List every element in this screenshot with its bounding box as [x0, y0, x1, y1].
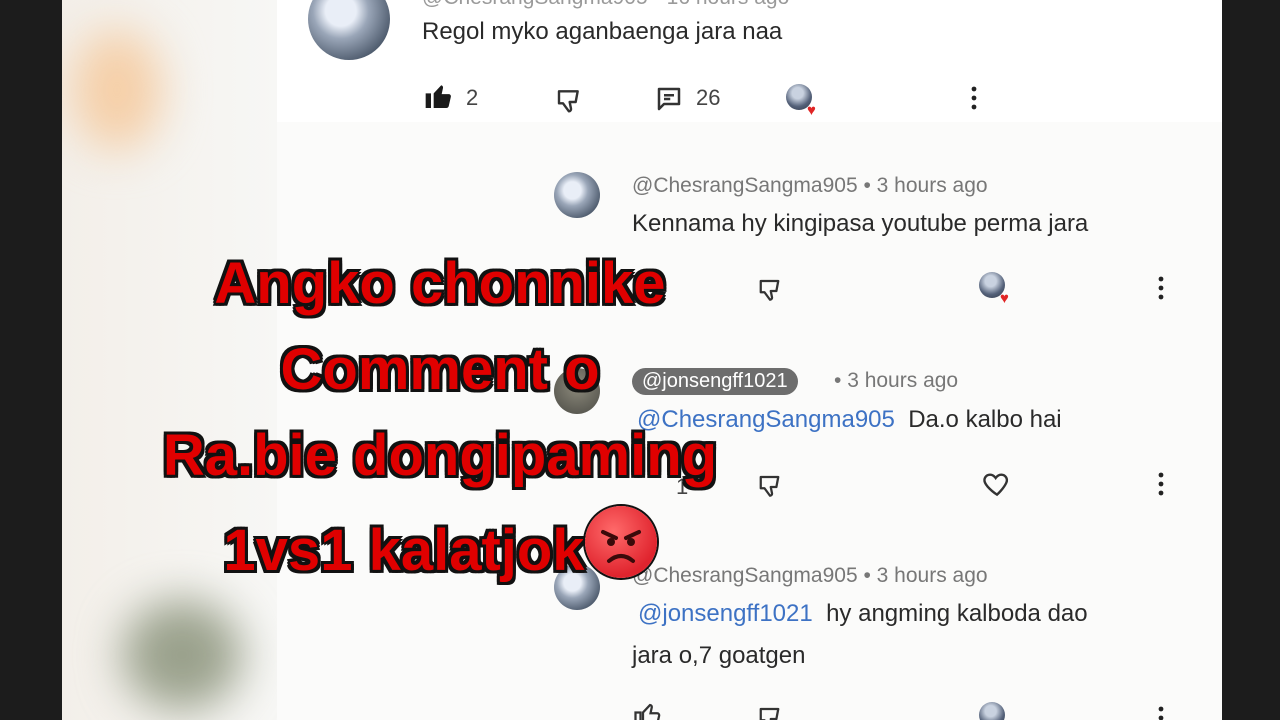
more-vert-icon[interactable]	[1149, 274, 1173, 302]
reply-icon[interactable]	[654, 84, 684, 114]
overlay-line-4: 1vs1 kalatjok	[0, 506, 880, 584]
avatar[interactable]	[554, 172, 600, 218]
reply-text: @jonsengff1021 hy angming kalboda dao	[638, 600, 1088, 627]
thumbs-up-icon[interactable]	[632, 700, 664, 720]
heart-outline-icon[interactable]	[980, 468, 1014, 500]
more-vert-icon[interactable]	[1149, 704, 1173, 720]
overlay-line-3: Ra.bie dongipaming	[162, 423, 718, 488]
creator-heart-icon: ♥	[1000, 290, 1009, 307]
like-count: 2	[466, 85, 479, 110]
reply-text: Kennama hy kingipasa youtube perma jara	[632, 210, 1089, 237]
thumbs-up-icon[interactable]	[422, 80, 456, 112]
comment-text: Regol myko aganbaenga jara naa	[422, 18, 783, 45]
overlay-line-2: Comment o	[280, 337, 600, 402]
more-vert-icon[interactable]	[1149, 470, 1173, 498]
mention-link[interactable]: @jonsengff1021	[638, 600, 813, 627]
reply-meta: @ChesrangSangma905 • 3 hours ago	[632, 174, 988, 197]
reply-count: 26	[696, 85, 721, 110]
right-letterbox	[1222, 0, 1280, 720]
overlay-line-1: Angko chonnike	[214, 251, 666, 316]
angry-face-emoji	[584, 506, 657, 578]
more-vert-icon[interactable]	[962, 84, 986, 112]
reply-text-cont: jara o,7 goatgen	[632, 642, 806, 669]
comment-meta: @ChesrangSangma905 • 16 hours ago	[422, 0, 789, 10]
creator-heart-icon: ♥	[807, 102, 816, 119]
thumbs-down-icon[interactable]	[554, 86, 588, 118]
thumbs-down-icon[interactable]	[756, 704, 788, 720]
